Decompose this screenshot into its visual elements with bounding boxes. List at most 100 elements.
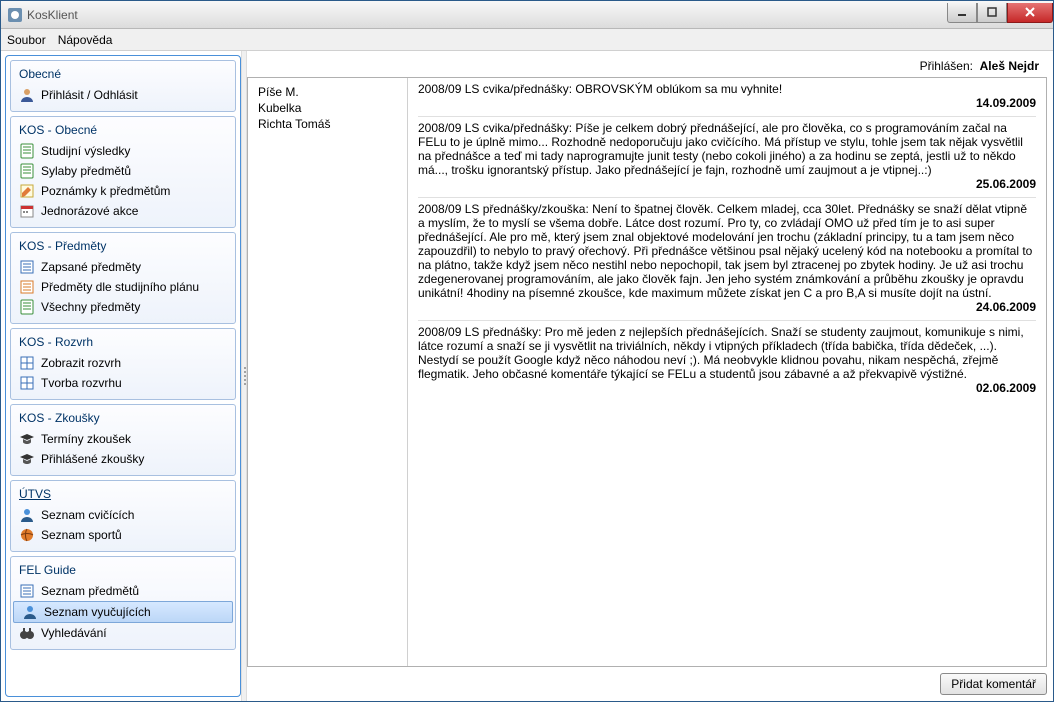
section-header: KOS - Zkoušky bbox=[11, 409, 235, 429]
person-blue-icon bbox=[19, 507, 35, 523]
cap-icon bbox=[19, 431, 35, 447]
list-orange-icon bbox=[19, 279, 35, 295]
sheet-green2-icon bbox=[19, 299, 35, 315]
nav-item-label: Předměty dle studijního plánu bbox=[41, 280, 199, 294]
section-header: KOS - Rozvrh bbox=[11, 333, 235, 353]
nav-item-label: Sylaby předmětů bbox=[41, 164, 131, 178]
person-item[interactable]: Píše M. bbox=[258, 84, 397, 100]
nav-item-label: Seznam sportů bbox=[41, 528, 122, 542]
comment: 2008/09 LS přednášky/zkouška: Není to šp… bbox=[418, 202, 1036, 316]
nav-item-sports[interactable]: Seznam sportů bbox=[11, 525, 235, 545]
people-list: Píše M.KubelkaRichta Tomáš bbox=[248, 78, 408, 666]
sidebar-section: KOS - Zkoušky Termíny zkoušek Přihlášené z… bbox=[10, 404, 236, 476]
nav-item-label: Vyhledávání bbox=[41, 626, 107, 640]
menubar: Soubor Nápověda bbox=[1, 29, 1053, 51]
titlebar: KosKlient bbox=[1, 1, 1053, 29]
nav-item-label: Tvorba rozvrhu bbox=[41, 376, 122, 390]
ball-icon bbox=[19, 527, 35, 543]
app-window: KosKlient Soubor Nápověda Obecné Přihlási… bbox=[0, 0, 1054, 702]
section-header: KOS - Obecné bbox=[11, 121, 235, 141]
nav-item-label: Přihlášené zkoušky bbox=[41, 452, 144, 466]
nav-item-label: Seznam předmětů bbox=[41, 584, 139, 598]
person-blue-icon bbox=[22, 604, 38, 620]
nav-item-label: Seznam cvičících bbox=[41, 508, 134, 522]
note-icon bbox=[19, 183, 35, 199]
comment-date: 14.09.2009 bbox=[418, 96, 1036, 110]
comment-title: 2008/09 LS cvika/přednášky: OBROVSKÝM ob… bbox=[418, 82, 782, 96]
person-icon bbox=[19, 87, 35, 103]
nav-item-label: Přihlásit / Odhlásit bbox=[41, 88, 138, 102]
nav-item-label: Poznámky k předmětům bbox=[41, 184, 170, 198]
section-header: FEL Guide bbox=[11, 561, 235, 581]
comment: 2008/09 LS přednášky: Pro mě jeden z nej… bbox=[418, 325, 1036, 397]
list-blue-icon bbox=[19, 259, 35, 275]
sidebar-section: ÚTVS Seznam cvičících Seznam sportů bbox=[10, 480, 236, 552]
main-panel: Přihlášen: Aleš Nejdr Píše M.KubelkaRich… bbox=[247, 51, 1053, 701]
comment-body: 2008/09 LS přednášky/zkouška: Není to šp… bbox=[418, 202, 1036, 300]
binoculars-icon bbox=[19, 625, 35, 641]
nav-item-my-exams[interactable]: Přihlášené zkoušky bbox=[11, 449, 235, 469]
nav-item-syllabi[interactable]: Sylaby předmětů bbox=[11, 161, 235, 181]
nav-item-login[interactable]: Přihlásit / Odhlásit bbox=[11, 85, 235, 105]
nav-item-label: Zapsané předměty bbox=[41, 260, 141, 274]
comment-date: 25.06.2009 bbox=[418, 177, 1036, 191]
comment-body: 2008/09 LS přednášky: Pro mě jeden z nej… bbox=[418, 325, 1036, 381]
nav-item-enrolled[interactable]: Zapsané předměty bbox=[11, 257, 235, 277]
list-small-icon bbox=[19, 583, 35, 599]
nav-item-plan[interactable]: Předměty dle studijního plánu bbox=[11, 277, 235, 297]
window-controls bbox=[947, 3, 1053, 23]
nav-item-make-sched[interactable]: Tvorba rozvrhu bbox=[11, 373, 235, 393]
nav-item-all-subj[interactable]: Všechny předměty bbox=[11, 297, 235, 317]
person-item[interactable]: Kubelka bbox=[258, 100, 397, 116]
menu-file[interactable]: Soubor bbox=[7, 33, 46, 47]
menu-help[interactable]: Nápověda bbox=[58, 33, 113, 47]
grid-icon bbox=[19, 355, 35, 371]
sidebar-section: Obecné Přihlásit / Odhlásit bbox=[10, 60, 236, 112]
splitter[interactable] bbox=[241, 51, 247, 701]
sidebar: Obecné Přihlásit / Odhlásit KOS - Obecné St… bbox=[5, 55, 241, 697]
sidebar-section: FEL Guide Seznam předmětů Seznam vyučující… bbox=[10, 556, 236, 650]
comment-date: 24.06.2009 bbox=[418, 300, 1036, 314]
section-header: Obecné bbox=[11, 65, 235, 85]
comment: 2008/09 LS cvika/přednášky: OBROVSKÝM ob… bbox=[418, 82, 1036, 112]
sidebar-section: KOS - Předměty Zapsané předměty Předměty d… bbox=[10, 232, 236, 324]
comment-date: 02.06.2009 bbox=[418, 381, 1036, 395]
nav-item-show-sched[interactable]: Zobrazit rozvrh bbox=[11, 353, 235, 373]
nav-item-grades[interactable]: Studijní výsledky bbox=[11, 141, 235, 161]
nav-item-search[interactable]: Vyhledávání bbox=[11, 623, 235, 643]
sidebar-section: KOS - Rozvrh Zobrazit rozvrh Tvorba rozvrh… bbox=[10, 328, 236, 400]
comment-body: 2008/09 LS cvika/přednášky: Píše je celk… bbox=[418, 121, 1036, 177]
grid-pencil-icon bbox=[19, 375, 35, 391]
app-icon bbox=[7, 7, 23, 23]
nav-item-label: Jednorázové akce bbox=[41, 204, 138, 218]
nav-item-label: Seznam vyučujících bbox=[44, 605, 151, 619]
sidebar-section: KOS - Obecné Studijní výsledky Sylaby před… bbox=[10, 116, 236, 228]
login-status: Přihlášen: Aleš Nejdr bbox=[247, 55, 1047, 77]
comments-panel: 2008/09 LS cvika/přednášky: OBROVSKÝM ob… bbox=[408, 78, 1046, 666]
add-comment-button[interactable]: Přidat komentář bbox=[940, 673, 1047, 695]
calendar-icon bbox=[19, 203, 35, 219]
window-title: KosKlient bbox=[27, 8, 78, 22]
login-label: Přihlášen: bbox=[920, 59, 973, 73]
person-item[interactable]: Richta Tomáš bbox=[258, 116, 397, 132]
nav-item-label: Termíny zkoušek bbox=[41, 432, 131, 446]
sheet-green-icon bbox=[19, 143, 35, 159]
nav-item-events[interactable]: Jednorázové akce bbox=[11, 201, 235, 221]
nav-item-subjects-list[interactable]: Seznam předmětů bbox=[11, 581, 235, 601]
section-header: KOS - Předměty bbox=[11, 237, 235, 257]
nav-item-notes[interactable]: Poznámky k předmětům bbox=[11, 181, 235, 201]
nav-item-label: Všechny předměty bbox=[41, 300, 140, 314]
section-header: ÚTVS bbox=[11, 485, 235, 505]
nav-item-instructors[interactable]: Seznam cvičících bbox=[11, 505, 235, 525]
login-user: Aleš Nejdr bbox=[980, 59, 1039, 73]
sheet-teal-icon bbox=[19, 163, 35, 179]
maximize-button[interactable] bbox=[977, 3, 1007, 23]
nav-item-label: Studijní výsledky bbox=[41, 144, 130, 158]
nav-item-teachers-list[interactable]: Seznam vyučujících bbox=[13, 601, 233, 623]
comment: 2008/09 LS cvika/přednášky: Píše je celk… bbox=[418, 121, 1036, 193]
nav-item-exam-dates[interactable]: Termíny zkoušek bbox=[11, 429, 235, 449]
minimize-button[interactable] bbox=[947, 3, 977, 23]
nav-item-label: Zobrazit rozvrh bbox=[41, 356, 121, 370]
cap-icon bbox=[19, 451, 35, 467]
close-button[interactable] bbox=[1007, 3, 1053, 23]
